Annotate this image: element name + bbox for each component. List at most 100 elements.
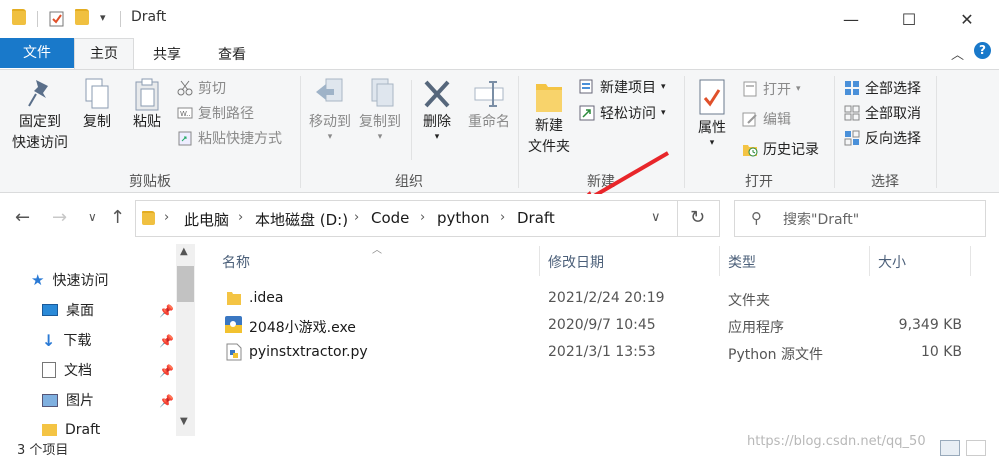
customize-quick-access-icon[interactable]: ▾	[100, 11, 106, 24]
maximize-button[interactable]: ☐	[886, 0, 932, 38]
invert-selection-icon	[844, 130, 860, 146]
scroll-up-icon[interactable]: ▲	[180, 246, 188, 257]
breadcrumb-drive-d[interactable]: 本地磁盘 (D:)	[255, 209, 348, 230]
select-none-button[interactable]: 全部取消	[844, 102, 921, 124]
scrollbar-thumb[interactable]	[177, 266, 194, 302]
delete-x-icon	[415, 78, 459, 112]
pin-to-quick-access-button[interactable]: 固定到 快速访问	[6, 78, 74, 154]
chevron-right-icon: ›	[238, 210, 244, 225]
copy-button[interactable]: 复制	[76, 78, 118, 133]
new-folder-quick-icon[interactable]	[75, 9, 91, 27]
group-divider	[936, 76, 937, 188]
recent-locations-icon[interactable]: ∨	[88, 210, 97, 224]
delete-button[interactable]: 删除 ▾	[415, 78, 459, 142]
details-view-icon[interactable]	[940, 440, 960, 456]
column-divider[interactable]	[539, 246, 540, 276]
select-all-button[interactable]: 全部选择	[844, 77, 921, 99]
address-dropdown-icon[interactable]: ∨	[651, 210, 661, 225]
nav-item-downloads[interactable]: ↓ 下载	[42, 326, 91, 354]
scissors-icon	[177, 80, 193, 96]
paste-icon	[126, 78, 168, 112]
chevron-right-icon: ›	[164, 210, 170, 225]
file-type: Python 源文件	[728, 347, 823, 363]
forward-arrow-icon[interactable]: →	[52, 207, 67, 228]
paste-shortcut-button[interactable]: 粘贴快捷方式	[177, 127, 282, 149]
pin-icon	[6, 78, 74, 112]
pin-icon: 📌	[159, 334, 174, 348]
folder-icon	[42, 424, 57, 436]
tab-view[interactable]: 查看	[204, 41, 260, 69]
paste-button[interactable]: 粘贴	[126, 78, 168, 133]
copy-to-icon	[355, 78, 405, 112]
rename-button[interactable]: 重命名	[462, 78, 516, 133]
file-modified: 2020/9/7 10:45	[548, 317, 656, 333]
exe-icon	[224, 315, 243, 338]
tab-share[interactable]: 共享	[139, 41, 195, 69]
organize-group-label: 组织	[395, 174, 423, 190]
chevron-right-icon: ›	[420, 210, 426, 225]
new-item-button[interactable]: 新建项目 ▾	[579, 76, 666, 98]
properties-icon	[690, 78, 734, 118]
open-button[interactable]: 打开 ▾	[742, 78, 801, 100]
folder-icon	[12, 9, 28, 27]
large-icons-view-icon[interactable]	[966, 440, 986, 456]
column-divider[interactable]	[869, 246, 870, 276]
breadcrumb-this-pc[interactable]: 此电脑	[184, 209, 229, 230]
column-header-modified[interactable]: 修改日期	[548, 252, 604, 272]
column-header-name[interactable]: 名称	[222, 252, 250, 272]
file-name[interactable]: pyinstxtractor.py	[249, 344, 368, 360]
copy-to-button[interactable]: 复制到 ▾	[355, 78, 405, 142]
chevron-down-icon: ▾	[796, 84, 801, 94]
close-button[interactable]: ✕	[944, 0, 990, 38]
file-type: 应用程序	[728, 320, 784, 336]
file-name[interactable]: .idea	[249, 290, 283, 306]
folder-icon	[522, 78, 576, 116]
collapse-ribbon-icon[interactable]: ︿	[951, 44, 964, 63]
nav-item-desktop[interactable]: 桌面	[42, 296, 94, 324]
chevron-right-icon: ›	[500, 210, 506, 225]
easy-access-button[interactable]: 轻松访问 ▾	[579, 102, 666, 124]
divider	[120, 11, 121, 27]
tab-file[interactable]: 文件	[0, 38, 74, 68]
nav-item-documents[interactable]: 文档	[42, 356, 92, 384]
select-all-icon	[844, 80, 860, 96]
paste-shortcut-icon	[177, 130, 193, 146]
search-input[interactable]: 搜索"Draft"	[783, 209, 859, 229]
select-group-label: 选择	[871, 174, 899, 190]
folder-icon	[226, 291, 242, 310]
properties-quick-icon[interactable]	[49, 10, 65, 28]
search-box[interactable]	[734, 200, 986, 237]
divider	[37, 11, 38, 27]
minimize-button[interactable]: —	[828, 0, 874, 38]
file-size: 9,349 KB	[898, 317, 962, 333]
file-modified: 2021/2/24 20:19	[548, 290, 665, 306]
file-name[interactable]: 2048小游戏.exe	[249, 317, 356, 337]
column-header-type[interactable]: 类型	[728, 252, 756, 272]
nav-item-quick-access[interactable]: ★ 快速访问	[31, 266, 108, 294]
copy-path-button[interactable]: W.. 复制路径	[177, 102, 254, 124]
properties-button[interactable]: 属性 ▾	[690, 78, 734, 148]
up-arrow-icon[interactable]: ↑	[110, 207, 125, 228]
scroll-down-icon[interactable]: ▼	[180, 416, 188, 427]
tab-home[interactable]: 主页	[74, 38, 134, 70]
back-arrow-icon[interactable]: ←	[15, 207, 30, 228]
help-icon[interactable]: ?	[974, 42, 991, 59]
nav-item-pictures[interactable]: 图片	[42, 386, 94, 414]
download-icon: ↓	[42, 330, 56, 350]
file-size: 10 KB	[920, 344, 962, 360]
history-icon	[742, 141, 758, 157]
history-button[interactable]: 历史记录	[742, 138, 819, 160]
folder-icon	[142, 211, 155, 225]
breadcrumb-code[interactable]: Code	[371, 209, 409, 227]
invert-selection-button[interactable]: 反向选择	[844, 127, 921, 149]
cut-button[interactable]: 剪切	[177, 77, 226, 99]
breadcrumb-python[interactable]: python	[437, 209, 489, 227]
column-header-size[interactable]: 大小	[878, 252, 906, 272]
column-divider[interactable]	[719, 246, 720, 276]
picture-icon	[42, 393, 58, 407]
column-divider[interactable]	[970, 246, 971, 276]
edit-button[interactable]: 编辑	[742, 108, 791, 130]
move-to-button[interactable]: 移动到 ▾	[305, 78, 355, 142]
window-title: Draft	[131, 9, 167, 25]
breadcrumb-draft[interactable]: Draft	[517, 209, 555, 227]
